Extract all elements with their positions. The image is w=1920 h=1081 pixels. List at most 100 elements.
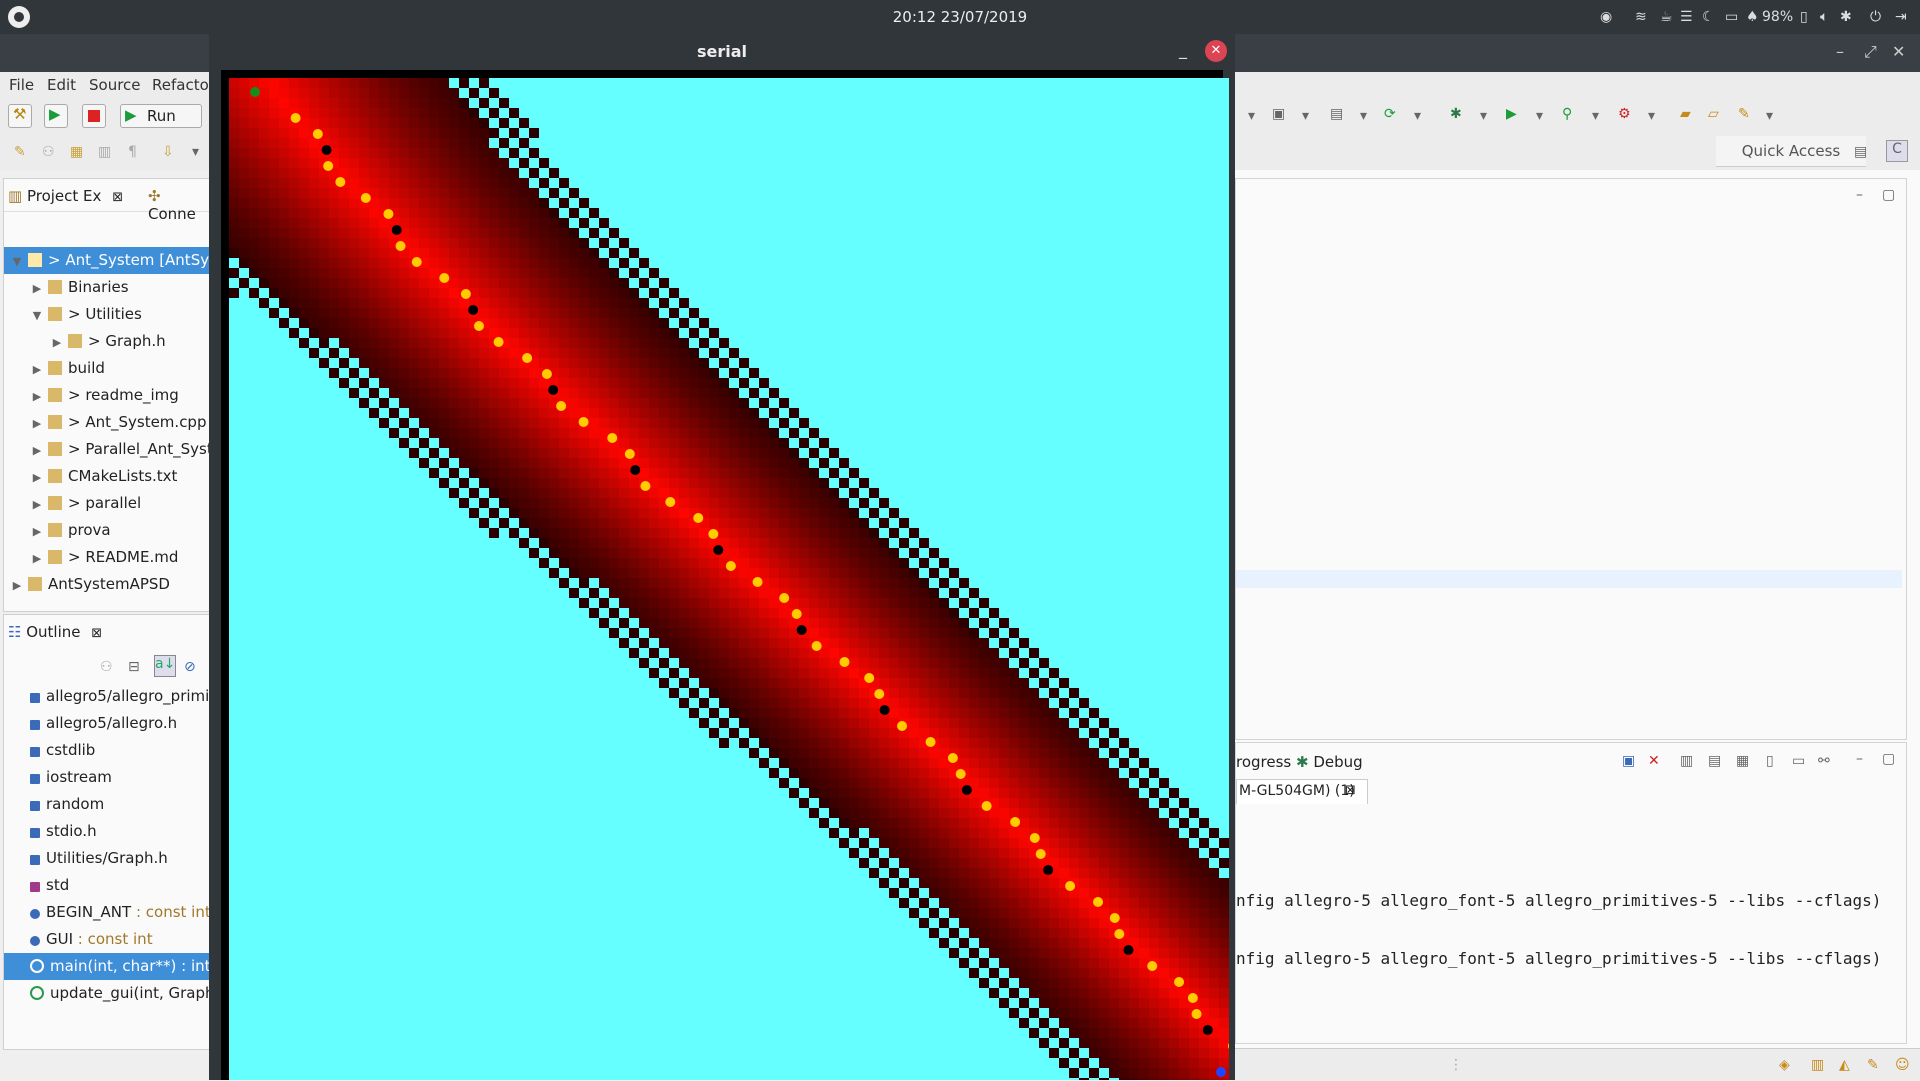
menu-icon[interactable]: ☰ xyxy=(1680,0,1693,34)
night-mode-icon[interactable]: ☾ xyxy=(1702,0,1715,34)
collapse-all-icon[interactable]: ⊟ xyxy=(128,659,140,675)
new-file-icon[interactable]: ▤ xyxy=(1330,106,1343,122)
stop-button[interactable] xyxy=(82,104,106,128)
status-icon[interactable]: ◭ xyxy=(1839,1057,1850,1073)
cpp-perspective-icon[interactable]: C xyxy=(1886,140,1908,162)
expand-down-icon[interactable]: ▼ xyxy=(30,302,44,329)
expand-right-icon[interactable]: ▶ xyxy=(30,437,44,464)
dropdown-icon[interactable]: ▾ xyxy=(1592,108,1599,124)
battery-level[interactable]: 98% xyxy=(1762,0,1793,34)
simulation-canvas[interactable] xyxy=(221,70,1229,1080)
menu-refactor[interactable]: Refactor xyxy=(152,76,215,94)
tab-connections[interactable]: ✣ Conne xyxy=(148,187,210,223)
status-icon[interactable]: ◈ xyxy=(1779,1057,1790,1073)
tree-item[interactable]: ▶ > README.md xyxy=(4,544,210,571)
expand-right-icon[interactable]: ▶ xyxy=(30,383,44,410)
run-icon[interactable]: ▶ xyxy=(1506,106,1517,122)
expand-right-icon[interactable]: ▶ xyxy=(10,572,24,599)
outline-item[interactable]: stdio.h xyxy=(4,818,210,845)
edit-icon[interactable]: ✎ xyxy=(14,144,26,160)
sort-icon[interactable]: a↓ xyxy=(154,655,176,677)
coffee-icon[interactable]: ☕ xyxy=(1660,0,1673,34)
outline-item[interactable]: allegro5/allegro_primit xyxy=(4,683,210,710)
outline-item[interactable]: iostream xyxy=(4,764,210,791)
close-tab-icon[interactable]: ⊠ xyxy=(112,190,123,205)
status-icon[interactable]: ▥ xyxy=(1811,1057,1824,1073)
outline-item[interactable]: BEGIN_ANT : const int xyxy=(4,899,210,926)
dropdown-icon[interactable]: ▾ xyxy=(1648,108,1655,124)
run-button[interactable]: ▶ Run xyxy=(120,104,202,128)
tree-item[interactable]: ▶ build xyxy=(4,355,210,382)
console-title-tab[interactable]: M-GL504GM) (1) ⊠ xyxy=(1236,779,1368,804)
expand-right-icon[interactable]: ▶ xyxy=(50,329,64,356)
outline-item[interactable]: allegro5/allegro.h xyxy=(4,710,210,737)
dropdown-icon[interactable]: ▾ xyxy=(1766,108,1773,124)
dropdown-icon[interactable]: ▾ xyxy=(1302,108,1309,124)
external-tools-icon[interactable]: ⚙ xyxy=(1618,106,1631,122)
status-icon[interactable]: ✎ xyxy=(1867,1057,1879,1073)
outline-item[interactable]: std xyxy=(4,872,210,899)
tree-item[interactable]: ▶ > readme_img xyxy=(4,382,210,409)
menu-source[interactable]: Source xyxy=(89,76,141,94)
whitespace-icon[interactable]: ¶ xyxy=(128,144,137,160)
quick-access-field[interactable]: Quick Access xyxy=(1716,136,1866,167)
open-folder-icon[interactable]: ▰ xyxy=(1680,106,1691,122)
coverage-icon[interactable]: ⚲ xyxy=(1562,106,1572,122)
volume-icon[interactable]: 🔈︎ xyxy=(1820,0,1828,34)
expand-right-icon[interactable]: ▶ xyxy=(30,518,44,545)
paste-icon[interactable]: ▭ xyxy=(1792,753,1805,769)
tab-progress[interactable]: rogress xyxy=(1236,753,1291,771)
clock[interactable]: 20:12 23/07/2019 xyxy=(0,0,1920,34)
tree-item[interactable]: ▼ > Utilities xyxy=(4,301,210,328)
hide-static-icon[interactable]: ⊘ xyxy=(184,659,196,675)
outline-item[interactable]: cstdlib xyxy=(4,737,210,764)
tree-item[interactable]: ▶ CMakeLists.txt xyxy=(4,463,210,490)
outline-item[interactable]: random xyxy=(4,791,210,818)
dropdown-icon[interactable]: ▾ xyxy=(1360,108,1367,124)
remove-launch-icon[interactable]: ▥ xyxy=(1680,753,1693,769)
outline-item[interactable]: update_gui(int, Graph* xyxy=(4,980,210,1007)
minimize-view-icon[interactable]: – xyxy=(1856,187,1863,203)
terminate-icon[interactable]: ✕ xyxy=(1648,753,1660,769)
outline-item[interactable]: main(int, char**) : int xyxy=(4,953,210,980)
close-icon[interactable]: ✕ xyxy=(1205,40,1227,62)
menu-file[interactable]: File xyxy=(9,76,34,94)
run-debug-button[interactable]: ▶ xyxy=(44,104,68,128)
dropdown-icon[interactable]: ▾ xyxy=(1414,108,1421,124)
open-task-icon[interactable]: ▱ xyxy=(1708,106,1719,122)
block-select-icon[interactable]: ▥ xyxy=(98,144,111,160)
minimize-icon[interactable]: _ xyxy=(1179,40,1187,59)
status-icon[interactable]: ☺ xyxy=(1895,1057,1910,1073)
wifi-icon[interactable]: ≋ xyxy=(1635,0,1647,34)
minimize-view-icon[interactable]: – xyxy=(1856,751,1863,767)
tab-outline[interactable]: ☷ Outline ⊠ xyxy=(8,623,102,641)
close-tab-icon[interactable]: ⊠ xyxy=(91,626,102,641)
maximize-view-icon[interactable]: ▢ xyxy=(1882,187,1895,203)
hide-fields-icon[interactable]: ⚇ xyxy=(100,659,113,675)
remove-all-icon[interactable]: ▤ xyxy=(1708,753,1721,769)
dropdown-icon[interactable]: ▾ xyxy=(1536,108,1543,124)
tree-item[interactable]: ▶ > Graph.h xyxy=(4,328,210,355)
toggle-icon[interactable]: ⚇ xyxy=(42,144,55,160)
expand-down-icon[interactable]: ▼ xyxy=(10,248,24,275)
outline-item[interactable]: GUI : const int xyxy=(4,926,210,953)
next-annotation-icon[interactable]: ⇩ xyxy=(162,144,174,160)
close-tab-icon[interactable]: ⊠ xyxy=(1345,783,1356,798)
tree-item[interactable]: ▶ > parallel xyxy=(4,490,210,517)
new-class-icon[interactable]: ▣ xyxy=(1272,106,1285,122)
notification-icon[interactable]: ♠ xyxy=(1746,0,1759,34)
battery-icon[interactable]: ▯ xyxy=(1800,0,1808,34)
tab-debug[interactable]: ✱ Debug xyxy=(1296,753,1363,771)
menu-edit[interactable]: Edit xyxy=(47,76,76,94)
tree-item[interactable]: ▶ AntSystemAPSD xyxy=(4,571,210,598)
tree-item[interactable]: ▼> Ant_System [AntSystem xyxy=(4,247,210,274)
tree-item[interactable]: ▶ > Ant_System.cpp xyxy=(4,409,210,436)
network-icon[interactable]: ◉ xyxy=(1600,0,1612,34)
minimize-icon[interactable]: – xyxy=(1836,42,1844,61)
serial-window-title[interactable]: serial xyxy=(209,34,1235,70)
pin-console-icon[interactable]: ▦ xyxy=(1736,753,1749,769)
build-button[interactable]: ⚒ xyxy=(8,104,32,128)
expand-right-icon[interactable]: ▶ xyxy=(30,545,44,572)
tree-item[interactable]: ▶> Parallel_Ant_System xyxy=(4,436,210,463)
tree-item[interactable]: ▶ prova xyxy=(4,517,210,544)
